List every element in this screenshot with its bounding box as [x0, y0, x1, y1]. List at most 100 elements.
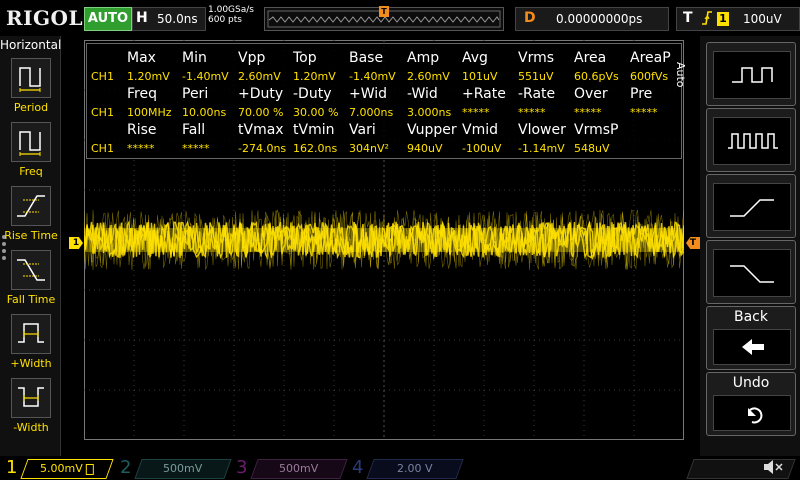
- measurement-value: 70.00 %: [238, 106, 284, 119]
- measurement-value: 60.6pVs: [574, 70, 619, 83]
- measurement-value: -1.40mV: [182, 70, 229, 83]
- timebase-value: 50.0ns: [157, 12, 198, 26]
- pulse-train-icon: [713, 117, 791, 165]
- measurement-label: -Rate: [518, 86, 556, 102]
- top-status-bar: RIGOL AUTO H 50.0ns 1.00GSa/s 600 pts T …: [0, 0, 800, 36]
- measurement-label: Amp: [407, 50, 440, 66]
- channel-1-status[interactable]: 1 5.00mV: [0, 456, 116, 480]
- channel-label: CH1: [91, 70, 114, 83]
- measurement-label: Vpp: [238, 50, 266, 66]
- sample-rate: 1.00GSa/s: [208, 5, 254, 15]
- channel-3-status[interactable]: 3 500mV: [232, 456, 348, 480]
- measurement-value: 1.20mV: [127, 70, 170, 83]
- channel-1-number: 1: [6, 457, 18, 478]
- falling-edge-button[interactable]: [706, 240, 796, 304]
- measurement-value: 548uV: [574, 142, 610, 155]
- measurement-label: Vupper: [407, 122, 457, 138]
- negative-width-icon: [11, 378, 51, 418]
- measurement-label: +Rate: [462, 86, 506, 102]
- speaker-muted-icon[interactable]: [762, 459, 784, 479]
- trigger-level-marker[interactable]: T: [686, 237, 700, 249]
- measurement-value-row-3: CH1 ***** ***** -274.0ns 162.0ns 304nV² …: [87, 142, 683, 160]
- menu-item-negative-width[interactable]: -Width: [0, 378, 60, 442]
- measurement-value: *****: [462, 106, 490, 119]
- pulse-train-button[interactable]: [706, 108, 796, 172]
- menu-item-label: Period: [13, 101, 49, 114]
- measurement-value: -1.40mV: [349, 70, 396, 83]
- rising-edge-icon: [713, 183, 791, 231]
- measurement-label: +Wid: [349, 86, 388, 102]
- measurement-value: 1.20mV: [293, 70, 336, 83]
- measurement-value: -1.14mV: [518, 142, 565, 155]
- ch1-waveform-core: [84, 228, 684, 252]
- ch1-offset-marker[interactable]: 1: [69, 237, 83, 249]
- timebase-label: H: [136, 10, 148, 26]
- measurement-label: Over: [574, 86, 608, 102]
- rising-edge-button[interactable]: [706, 174, 796, 238]
- undo-icon: [713, 395, 791, 431]
- measurement-label: Vari: [349, 122, 376, 138]
- menu-item-period[interactable]: Period: [0, 58, 60, 122]
- measurement-value: 101uV: [462, 70, 498, 83]
- menu-item-label: -Width: [13, 421, 49, 434]
- measurement-label: Vmid: [462, 122, 498, 138]
- channel-4-status[interactable]: 4 2.00 V: [348, 456, 464, 480]
- measurement-label: Rise: [127, 122, 157, 138]
- channel-4-scale: 2.00 V: [366, 459, 464, 479]
- trigger-source-badge: 1: [717, 12, 729, 26]
- measurement-table: Max Min Vpp Top Base Amp Avg Vrms Area A…: [86, 43, 682, 159]
- menu-item-positive-width[interactable]: +Width: [0, 314, 60, 378]
- trigger-position-marker[interactable]: T: [379, 6, 389, 17]
- trigger-display[interactable]: T 1 100uV: [676, 7, 800, 31]
- menu-item-rise-time[interactable]: Rise Time: [0, 186, 60, 250]
- channel-label: CH1: [91, 142, 114, 155]
- measurement-header-row-3: Rise Fall tVmax tVmin Vari Vupper Vmid V…: [87, 122, 683, 140]
- measurement-value: *****: [127, 142, 155, 155]
- channel-label: CH1: [91, 106, 114, 119]
- measurement-value: *****: [574, 106, 602, 119]
- menu-title: Horizontal: [0, 38, 62, 52]
- memory-navigator[interactable]: T: [264, 6, 504, 31]
- menu-item-fall-time[interactable]: Fall Time: [0, 250, 60, 314]
- acquisition-info: 1.00GSa/s 600 pts: [208, 5, 254, 25]
- measurement-label: Top: [293, 50, 317, 66]
- single-pulse-button[interactable]: [706, 42, 796, 106]
- back-label: Back: [734, 309, 768, 325]
- measurement-value: -274.0ns: [238, 142, 287, 155]
- channel-2-number: 2: [120, 457, 132, 478]
- channel-2-status[interactable]: 2 500mV: [116, 456, 232, 480]
- menu-item-label: Fall Time: [6, 293, 56, 306]
- measurement-value: 2.60mV: [407, 70, 450, 83]
- measurement-value: 600fVs: [630, 70, 669, 83]
- menu-item-freq[interactable]: Freq: [0, 122, 60, 186]
- channel-4-number: 4: [352, 457, 364, 478]
- timebase-display[interactable]: H 50.0ns: [132, 7, 206, 31]
- measurement-value: 551uV: [518, 70, 554, 83]
- measurement-label: +Duty: [238, 86, 284, 102]
- measurement-label: Fall: [182, 122, 206, 138]
- bandwidth-limit-icon: [86, 463, 95, 475]
- single-pulse-icon: [713, 51, 791, 99]
- measurement-value: *****: [518, 106, 546, 119]
- measurement-label: Max: [127, 50, 156, 66]
- measurement-value: 30.00 %: [293, 106, 339, 119]
- delay-display[interactable]: D 0.00000000ps: [515, 7, 669, 31]
- measurement-value: 304nV²: [349, 142, 389, 155]
- falling-edge-icon: [713, 249, 791, 297]
- measurement-label: Pre: [630, 86, 653, 102]
- measurement-value: 3.000ns: [407, 106, 452, 119]
- horizontal-menu: Horizontal Period Freq Rise Time Fall Ti…: [0, 36, 61, 456]
- auto-tab-label: Auto: [674, 62, 687, 88]
- menu-item-label: Rise Time: [4, 229, 58, 242]
- measurement-value: -100uV: [462, 142, 502, 155]
- trigger-level-value: 100uV: [743, 12, 782, 26]
- back-button[interactable]: Back: [706, 306, 796, 370]
- brand-logo: RIGOL: [6, 6, 84, 30]
- run-mode-auto-button[interactable]: AUTO: [84, 7, 132, 31]
- delay-label: D: [524, 10, 536, 26]
- measurement-label: tVmin: [293, 122, 335, 138]
- undo-button[interactable]: Undo: [706, 372, 796, 436]
- menu-item-label: +Width: [10, 357, 52, 370]
- measurement-label: Vlower: [518, 122, 566, 138]
- delay-value: 0.00000000ps: [556, 12, 643, 26]
